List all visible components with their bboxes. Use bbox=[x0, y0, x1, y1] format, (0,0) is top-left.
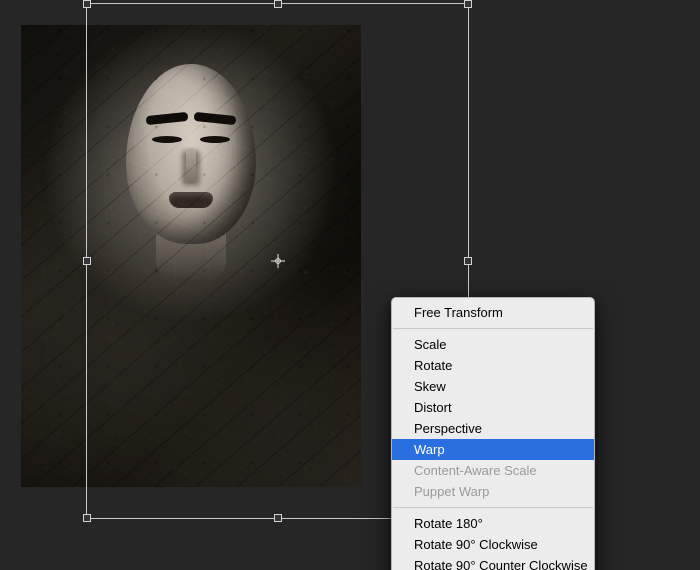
menu-separator bbox=[393, 507, 593, 508]
menu-item-warp[interactable]: Warp bbox=[392, 439, 594, 460]
transform-context-menu: Free Transform Scale Rotate Skew Distort… bbox=[391, 297, 595, 570]
menu-item-perspective[interactable]: Perspective bbox=[392, 418, 594, 439]
transform-handle-middle-right[interactable] bbox=[464, 257, 472, 265]
menu-item-rotate-90-ccw[interactable]: Rotate 90° Counter Clockwise bbox=[392, 555, 594, 570]
menu-item-free-transform[interactable]: Free Transform bbox=[392, 302, 594, 323]
transform-handle-top-right[interactable] bbox=[464, 0, 472, 8]
transform-handle-middle-left[interactable] bbox=[83, 257, 91, 265]
menu-separator bbox=[393, 328, 593, 329]
menu-item-rotate-180[interactable]: Rotate 180° bbox=[392, 513, 594, 534]
menu-item-puppet-warp: Puppet Warp bbox=[392, 481, 594, 502]
menu-item-scale[interactable]: Scale bbox=[392, 334, 594, 355]
menu-item-rotate-90-cw[interactable]: Rotate 90° Clockwise bbox=[392, 534, 594, 555]
transform-handle-top-left[interactable] bbox=[83, 0, 91, 8]
transform-handle-bottom-left[interactable] bbox=[83, 514, 91, 522]
menu-item-skew[interactable]: Skew bbox=[392, 376, 594, 397]
transform-handle-top-middle[interactable] bbox=[274, 0, 282, 8]
menu-item-content-aware-scale: Content-Aware Scale bbox=[392, 460, 594, 481]
menu-item-rotate[interactable]: Rotate bbox=[392, 355, 594, 376]
menu-item-distort[interactable]: Distort bbox=[392, 397, 594, 418]
transform-handle-bottom-middle[interactable] bbox=[274, 514, 282, 522]
transform-center-icon[interactable] bbox=[271, 254, 285, 268]
